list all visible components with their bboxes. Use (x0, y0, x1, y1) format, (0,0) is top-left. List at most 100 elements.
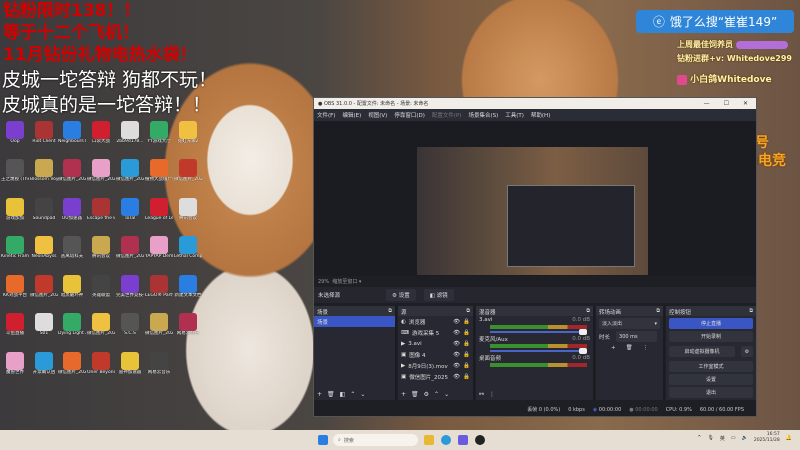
desktop-icon[interactable]: 雷神加速器 (116, 352, 144, 375)
desktop-icon[interactable]: Lethal Company (174, 236, 202, 259)
lock-icon[interactable]: 🔒 (463, 330, 470, 336)
close-button[interactable]: ✕ (743, 100, 748, 107)
desktop-icon[interactable]: Oop (1, 121, 29, 144)
desktop-icon[interactable]: Neighbours back Fro... (58, 121, 86, 144)
desktop-icon[interactable]: 微信图片_2025-07-... (30, 275, 58, 298)
settings-button[interactable]: ⚙ 设置 (386, 289, 416, 301)
desktop-icon[interactable]: 口袋大战 (87, 121, 115, 144)
delete-icon[interactable]: 🗑 (411, 391, 419, 398)
transition-select[interactable]: 淡入淡出▾ (599, 318, 660, 329)
lock-icon[interactable]: 🔒 (463, 341, 470, 347)
file-explorer-icon[interactable] (424, 435, 434, 445)
start-recording-button[interactable]: 开始录制 (669, 331, 753, 342)
source-item[interactable]: ⌨游戏采集 5👁🔒 (398, 327, 473, 338)
desktop-icon[interactable]: 霓虹深渊2 (174, 121, 202, 144)
filters-button[interactable]: ◧ 滤镜 (424, 289, 454, 301)
exit-button[interactable]: 退出 (669, 387, 753, 398)
menu-tools[interactable]: 工具(T) (505, 111, 524, 119)
studio-mode-button[interactable]: 工作室模式 (669, 361, 753, 372)
lock-icon[interactable]: 🔒 (463, 352, 470, 358)
lock-icon[interactable]: 🔒 (463, 374, 470, 380)
desktop-icon[interactable]: UU加速器 (58, 198, 86, 221)
notification-bell-icon[interactable]: 🔔 (786, 435, 792, 441)
desktop-icon[interactable]: 逃离塔科夫 (58, 236, 86, 259)
visibility-eye-icon[interactable]: 👁 (453, 363, 460, 369)
down-icon[interactable]: ⌄ (360, 391, 365, 398)
maximize-button[interactable]: ☐ (724, 100, 729, 107)
desktop-icon[interactable]: 腾讯会议 (87, 236, 115, 259)
menu-file[interactable]: 文件(F) (317, 111, 335, 119)
desktop-icon[interactable]: 完美世界竞技平台 (116, 275, 144, 298)
zoom-control[interactable]: 29% 缩放至窗口 ▾ (318, 278, 361, 285)
microphone-icon[interactable]: 🎙 (707, 435, 713, 441)
desktop-icon[interactable]: 斗鱼直播 (1, 313, 29, 336)
menu-profile[interactable]: 配置文件(P) (432, 111, 462, 119)
add-icon[interactable]: + (317, 391, 322, 398)
link-icon[interactable]: ⚯ (479, 391, 484, 398)
undock-icon[interactable]: ⧉ (656, 308, 660, 314)
desktop-icon[interactable]: Dying Light 2 (58, 313, 86, 336)
add-icon[interactable]: + (401, 391, 406, 398)
menu-help[interactable]: 帮助(H) (531, 111, 550, 119)
desktop-icon[interactable]: Riot Client (30, 121, 58, 144)
desktop-icon[interactable]: 英雄联盟 (87, 275, 115, 298)
visibility-eye-icon[interactable]: 👁 (453, 330, 460, 336)
undock-icon[interactable]: ⧉ (388, 308, 392, 314)
edge-icon[interactable] (441, 435, 451, 445)
desktop-icon[interactable]: 开票确认函 (30, 352, 58, 375)
menu-scene-collection[interactable]: 场景集合(S) (468, 111, 498, 119)
delete-icon[interactable]: 🗑 (327, 391, 335, 398)
desktop-icon[interactable]: 微信图片_2025073... (116, 159, 144, 182)
start-virtual-camera-button[interactable]: 启动虚拟摄像机 (669, 346, 735, 357)
volume-slider[interactable] (490, 350, 587, 352)
stop-streaming-button[interactable]: 停止直播 (669, 318, 753, 329)
menu-docks[interactable]: 停靠窗口(D) (394, 111, 425, 119)
virtual-camera-settings-icon[interactable]: ⚙ (741, 346, 753, 357)
undock-icon[interactable]: ⧉ (586, 308, 590, 314)
desktop-icon[interactable]: YAPYAP Demo (145, 236, 173, 259)
desktop-icon[interactable]: Soundpad (30, 198, 58, 221)
slider-handle[interactable] (579, 348, 587, 354)
volume-icon[interactable]: 🔈 (742, 435, 748, 441)
desktop-icon[interactable]: 微信图片_2025103... (174, 159, 202, 182)
desktop-icon[interactable]: Oner Beyond (87, 352, 115, 375)
more-icon[interactable]: ⋮ (489, 391, 495, 398)
ime-icon[interactable]: 英 (720, 435, 725, 442)
desktop-icon[interactable]: S.C.S (116, 313, 144, 336)
filter-icon[interactable]: ◧ (340, 391, 346, 398)
undock-icon[interactable]: ⧉ (749, 308, 753, 314)
lock-icon[interactable]: 🔒 (463, 363, 470, 369)
desktop-icon[interactable]: 新建文本文档 (174, 275, 202, 298)
desktop-icon[interactable]: 游戏加加 (1, 198, 29, 221)
desktop-icon[interactable]: 微信图片_2025102... (58, 352, 86, 375)
desktop-icon[interactable]: 微信图片_2025072... (145, 313, 173, 336)
desktop-icon[interactable]: YY游戏大厅 (145, 121, 173, 144)
more-icon[interactable]: ⋮ (643, 345, 649, 351)
duration-input[interactable]: 300 ms (616, 331, 657, 342)
minimize-button[interactable]: — (704, 100, 710, 107)
desktop-icon[interactable]: 微信图片_2025070... (87, 159, 115, 182)
desktop-icon[interactable]: Escape the Backrooms (87, 198, 115, 221)
down-icon[interactable]: ⌄ (444, 391, 449, 398)
desktop-icon[interactable]: 网易云音乐 (174, 313, 202, 336)
menu-edit[interactable]: 编辑(E) (342, 111, 361, 119)
desktop-icon[interactable]: ToTal (116, 198, 144, 221)
desktop-icon[interactable]: KK对战平台 (1, 275, 29, 298)
menu-view[interactable]: 视图(V) (368, 111, 387, 119)
gear-icon[interactable]: ⚙ (424, 391, 429, 398)
up-icon[interactable]: ⌃ (434, 391, 439, 398)
desktop-icon[interactable]: LEGO® Party! (145, 275, 173, 298)
lock-icon[interactable]: 🔒 (463, 319, 470, 325)
preview-area[interactable] (314, 121, 756, 276)
visibility-eye-icon[interactable]: 👁 (453, 352, 460, 358)
desktop-icon[interactable]: S01 (30, 313, 58, 336)
desktop-icon[interactable]: League of Legends (145, 198, 173, 221)
chevron-up-icon[interactable]: ^ (697, 435, 701, 441)
desktop-icon[interactable]: 暗黑破坏神 (58, 275, 86, 298)
desktop-icon[interactable]: 2bb9d178... (116, 121, 144, 144)
desktop-icon[interactable]: NeonAbyss (30, 236, 58, 259)
delete-icon[interactable]: 🗑 (626, 345, 633, 351)
desktop-icon[interactable]: 王之蔑视 (The King... (1, 159, 29, 182)
desktop-icon[interactable]: 微信图片_2025072... (87, 313, 115, 336)
undock-icon[interactable]: ⧉ (466, 308, 470, 314)
